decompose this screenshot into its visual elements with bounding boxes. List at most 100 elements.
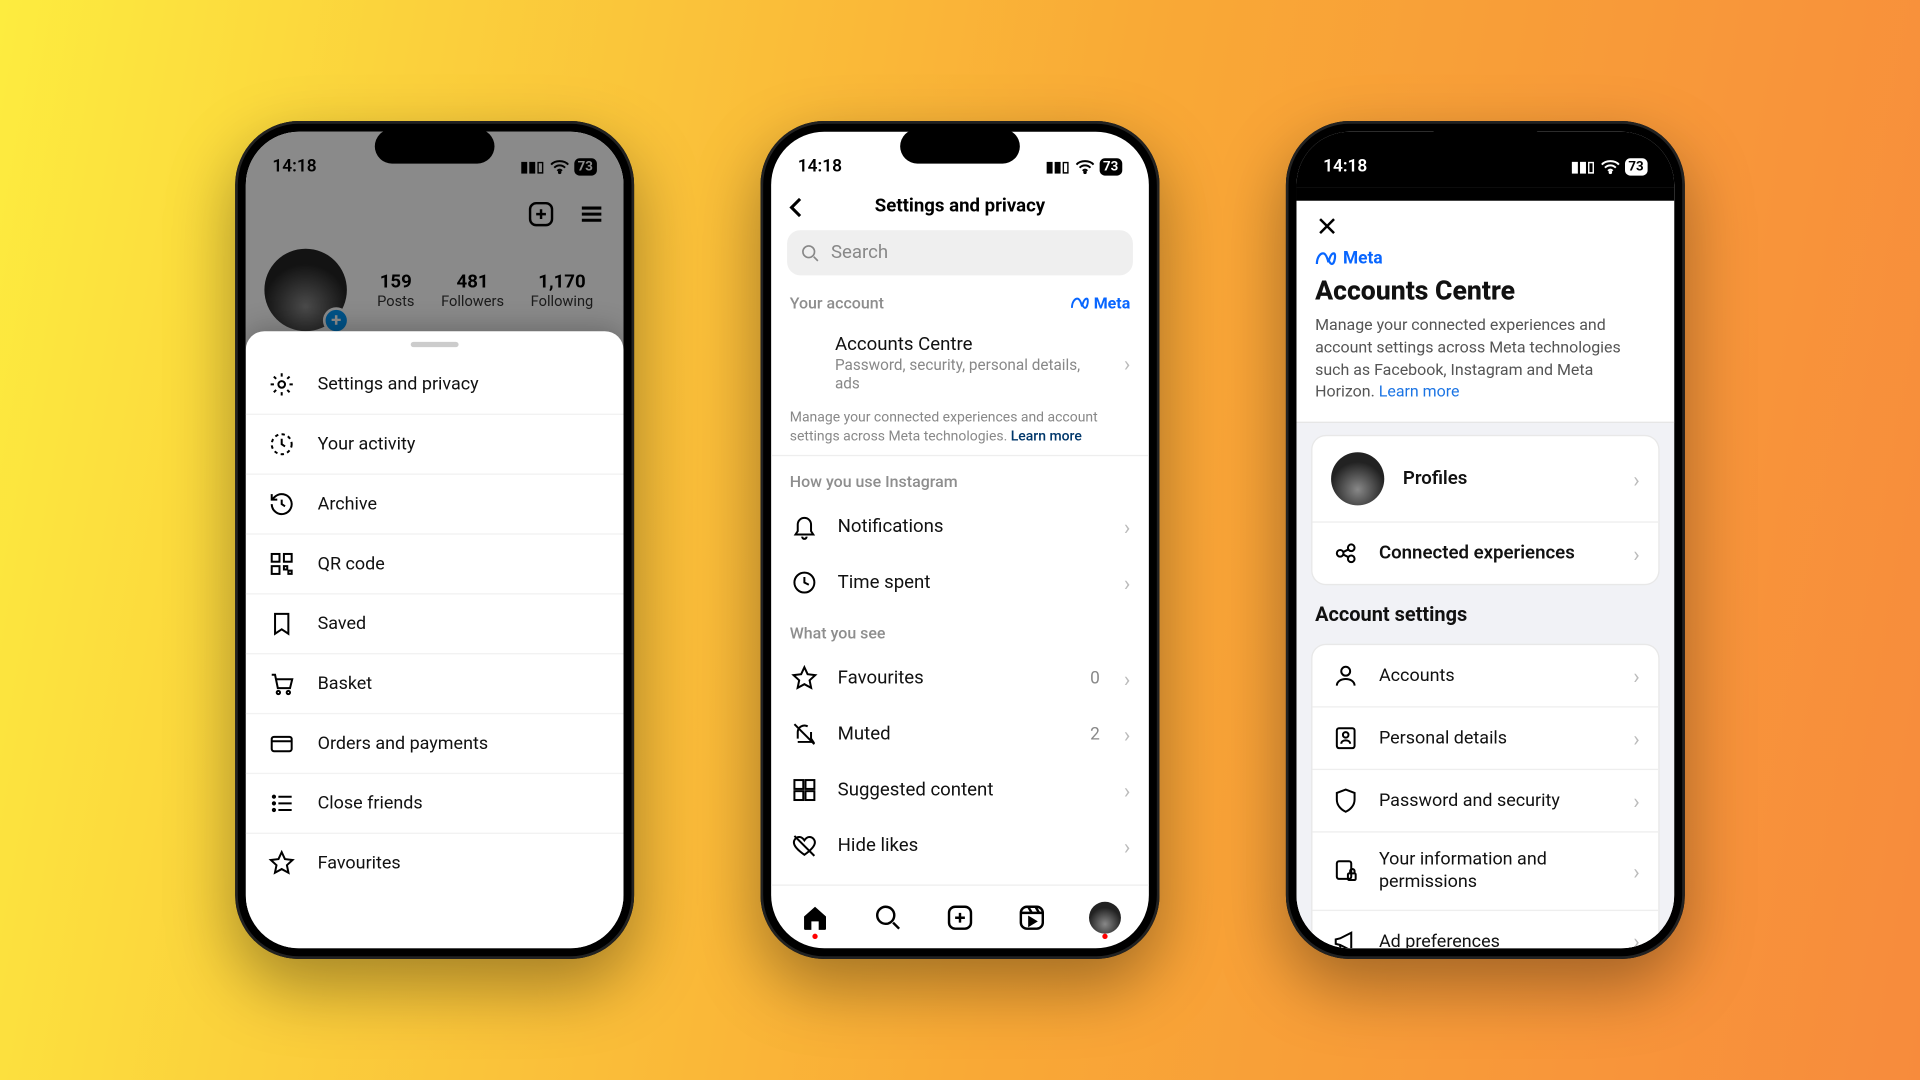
signal-icon: ▮▮▯ [1046, 158, 1070, 175]
qr-icon [267, 549, 296, 578]
status-time: 14:18 [1323, 156, 1367, 176]
learn-more-link[interactable]: Learn more [1011, 426, 1082, 443]
accounts-centre-description: Manage your connected experiences and ac… [771, 406, 1149, 457]
page-description: Manage your connected experiences and ac… [1315, 314, 1655, 403]
chevron-right-icon: › [1124, 778, 1130, 803]
row-suggested-content[interactable]: Suggested content › [771, 762, 1149, 818]
menu-basket[interactable]: Basket [246, 654, 624, 714]
menu-favourites[interactable]: Favourites [246, 834, 624, 893]
chevron-right-icon: › [1633, 541, 1639, 566]
chevron-right-icon: › [1633, 929, 1639, 948]
chevron-right-icon: › [1124, 834, 1130, 859]
clock-icon [790, 568, 819, 597]
status-time: 14:18 [272, 156, 316, 176]
row-connected-experiences[interactable]: Connected experiences › [1312, 523, 1658, 584]
row-time-spent[interactable]: Time spent › [771, 555, 1149, 611]
menu-saved[interactable]: Saved [246, 595, 624, 655]
chevron-right-icon: › [1633, 788, 1639, 813]
row-notifications[interactable]: Notifications › [771, 499, 1149, 555]
row-hide-likes[interactable]: Hide likes › [771, 818, 1149, 874]
chevron-right-icon: › [1633, 859, 1639, 884]
sheet-grabber[interactable] [411, 342, 459, 347]
add-story-badge[interactable]: + [323, 307, 350, 334]
chevron-right-icon: › [1124, 722, 1130, 747]
battery-icon: 73 [1099, 158, 1122, 175]
menu-orders-payments[interactable]: Orders and payments [246, 714, 624, 774]
chevron-right-icon: › [1124, 514, 1130, 539]
signal-icon: ▮▮▯ [520, 158, 544, 175]
menu-your-activity[interactable]: Your activity [246, 415, 624, 475]
bell-off-icon [790, 720, 819, 749]
archive-icon [267, 489, 296, 518]
create-post-icon[interactable] [525, 198, 557, 230]
bookmark-icon [267, 609, 296, 638]
menu-qr-code[interactable]: QR code [246, 535, 624, 595]
tab-create[interactable] [944, 901, 976, 933]
back-button[interactable] [782, 193, 811, 222]
page-title: Settings and privacy [784, 196, 1135, 217]
chevron-right-icon: › [1633, 466, 1639, 491]
wifi-icon [1600, 159, 1619, 174]
gear-icon [267, 370, 296, 399]
meta-brand: Meta [1070, 294, 1130, 313]
section-what-you-see: What you see [790, 624, 886, 643]
chevron-right-icon: › [1124, 666, 1130, 691]
page-title: Accounts Centre [1315, 274, 1655, 306]
battery-icon: 73 [574, 158, 597, 175]
tab-profile[interactable] [1089, 901, 1121, 933]
phone-2: 14:18 ▮▮▯ 73 Settings and privacy Search… [761, 121, 1160, 959]
battery-icon: 73 [1624, 158, 1647, 175]
section-how-you-use: How you use Instagram [790, 473, 958, 492]
menu-settings-privacy[interactable]: Settings and privacy [246, 355, 624, 415]
row-accounts[interactable]: Accounts › [1312, 645, 1658, 708]
user-icon [1331, 661, 1360, 690]
menu-close-friends[interactable]: Close friends [246, 774, 624, 834]
stat-followers[interactable]: 481 Followers [441, 271, 504, 310]
wifi-icon [550, 159, 569, 174]
signal-icon: ▮▮▯ [1571, 158, 1595, 175]
chevron-right-icon: › [1633, 663, 1639, 688]
section-your-account: Your account [790, 294, 884, 313]
row-accounts-centre[interactable]: Accounts Centre Password, security, pers… [771, 321, 1149, 406]
list-icon [267, 789, 296, 818]
row-profiles[interactable]: Profiles › [1312, 437, 1658, 523]
row-favourites[interactable]: Favourites 0 › [771, 651, 1149, 707]
search-input[interactable]: Search [787, 230, 1133, 275]
shield-icon [1331, 786, 1360, 815]
phone-3: 14:18 ▮▮▯ 73 Meta Accounts Centre [1286, 121, 1685, 959]
notch [1426, 129, 1546, 164]
menu-archive[interactable]: Archive [246, 475, 624, 535]
row-muted[interactable]: Muted 2 › [771, 707, 1149, 763]
link-icon [1331, 539, 1360, 568]
chevron-right-icon: › [1633, 726, 1639, 751]
row-personal-details[interactable]: Personal details › [1312, 708, 1658, 771]
tab-search[interactable] [872, 901, 904, 933]
card-icon [267, 729, 296, 758]
status-time: 14:18 [798, 156, 842, 176]
megaphone-icon [1331, 927, 1360, 948]
profile-avatar[interactable]: + [264, 249, 346, 331]
bell-icon [790, 512, 819, 541]
grid-icon [790, 776, 819, 805]
tab-home[interactable] [799, 901, 831, 933]
doc-lock-icon [1331, 857, 1360, 886]
avatar [1331, 452, 1384, 505]
row-password-security[interactable]: Password and security › [1312, 770, 1658, 833]
stat-posts[interactable]: 159 Posts [377, 271, 414, 310]
stat-following[interactable]: 1,170 Following [531, 271, 594, 310]
tab-reels[interactable] [1016, 901, 1048, 933]
hamburger-menu-icon[interactable] [576, 198, 608, 230]
row-info-permissions[interactable]: Your information and permissions › [1312, 833, 1658, 911]
tab-bar [771, 884, 1149, 948]
search-placeholder: Search [831, 242, 888, 263]
activity-icon [267, 430, 296, 459]
learn-more-link[interactable]: Learn more [1379, 382, 1460, 401]
heart-off-icon [790, 832, 819, 861]
close-button[interactable] [1315, 214, 1655, 238]
star-icon [790, 664, 819, 693]
row-ad-preferences[interactable]: Ad preferences › [1312, 911, 1658, 948]
notch [375, 129, 495, 164]
notch [900, 129, 1020, 164]
chevron-right-icon: › [1124, 570, 1130, 595]
phone-1: 14:18 ▮▮▯ 73 [235, 121, 634, 959]
